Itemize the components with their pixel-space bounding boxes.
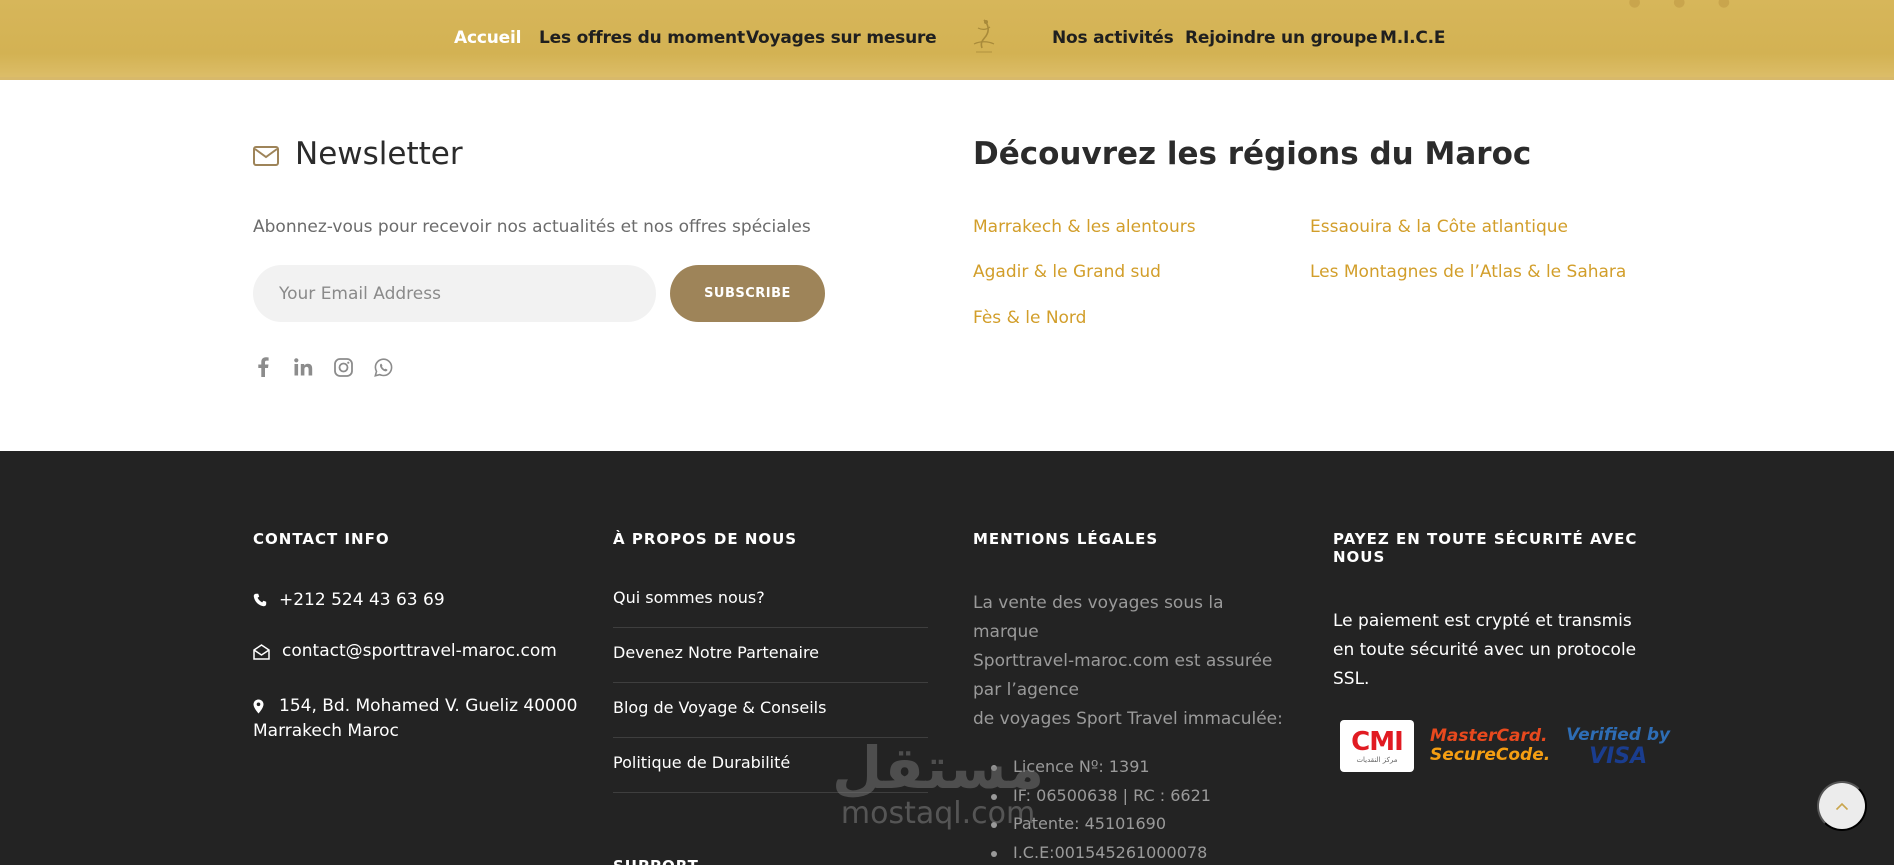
linkedin-icon[interactable]	[292, 356, 314, 378]
legal-text-line: Sporttravel-maroc.com est assurée	[973, 651, 1273, 671]
contact-email-text: contact@sporttravel-maroc.com	[282, 641, 557, 661]
phone-icon	[253, 590, 269, 607]
legal-item-ice: I.C.E:001545261000078	[973, 839, 1211, 865]
securecode-text: SecureCode.	[1430, 745, 1551, 765]
payment-logos: CMI مركز النقديات MasterCard. SecureCode…	[1340, 720, 1670, 772]
region-link-fes[interactable]: Fès & le Nord	[973, 308, 1086, 328]
about-heading: À PROPOS DE NOUS	[613, 530, 798, 548]
visa-text: VISA	[1589, 744, 1648, 769]
payment-text: Le paiement est crypté et transmis en to…	[1333, 611, 1637, 689]
payment-heading: PAYEZ EN TOUTE SÉCURITÉ AVEC NOUS	[1333, 530, 1637, 566]
facebook-icon[interactable]	[252, 356, 274, 378]
legal-text-line: par l’agence	[973, 680, 1079, 700]
main-nav: Accueil Les offres du moment Voyages sur…	[0, 0, 1894, 80]
cmi-logo-subtext: مركز النقديات	[1356, 756, 1398, 764]
nav-item-activites[interactable]: Nos activités	[1052, 28, 1174, 48]
divider	[613, 737, 928, 738]
nav-item-accueil[interactable]: Accueil	[454, 28, 521, 48]
contact-phone[interactable]: +212 524 43 63 69	[253, 590, 445, 610]
whatsapp-icon[interactable]	[372, 356, 394, 378]
brand-logo[interactable]	[962, 14, 1006, 58]
legal-text-line: La vente des voyages sous la	[973, 593, 1224, 613]
contact-address: 154, Bd. Mohamed V. Gueliz 40000 Marrake…	[253, 696, 578, 741]
newsletter-heading: Newsletter	[253, 136, 463, 172]
social-links	[252, 356, 394, 378]
about-link-durabilite[interactable]: Politique de Durabilité	[613, 753, 928, 772]
verified-by-visa-logo: Verified by VISA	[1566, 724, 1670, 768]
legal-item-if-rc: IF: 06500638 | RC : 6621	[973, 782, 1211, 811]
contact-info-heading: CONTACT INFO	[253, 530, 390, 548]
envelope-icon	[253, 146, 279, 166]
nav-item-offres[interactable]: Les offres du moment	[539, 28, 745, 48]
cmi-logo-text: CMI	[1351, 727, 1404, 757]
newsletter-title: Newsletter	[295, 136, 463, 172]
envelope-open-icon	[253, 641, 272, 660]
legal-list: Licence Nº: 1391 IF: 06500638 | RC : 662…	[973, 753, 1211, 865]
nav-item-rejoindre-groupe[interactable]: Rejoindre un groupe	[1185, 28, 1378, 48]
verified-by-text: Verified by	[1566, 725, 1671, 745]
contact-address-line2: Marrakech Maroc	[253, 721, 399, 741]
legal-text: La vente des voyages sous la marque Spor…	[973, 589, 1283, 734]
nav-item-voyages-sur-mesure[interactable]: Voyages sur mesure	[746, 28, 937, 48]
email-input[interactable]	[253, 265, 656, 322]
map-marker-icon	[253, 696, 269, 714]
divider	[613, 682, 928, 683]
mastercard-text: MasterCard.	[1430, 726, 1548, 746]
legal-item-patente: Patente: 45101690	[973, 810, 1211, 839]
chevron-up-icon	[1835, 802, 1849, 810]
contact-phone-text: +212 524 43 63 69	[279, 590, 445, 610]
cmi-logo: CMI مركز النقديات	[1340, 720, 1414, 772]
nav-item-mice[interactable]: M.I.C.E	[1380, 28, 1446, 48]
legal-text-line: marque	[973, 622, 1039, 642]
region-link-agadir[interactable]: Agadir & le Grand sud	[973, 262, 1161, 282]
legal-heading: MENTIONS LÉGALES	[973, 530, 1159, 548]
region-link-essaouira[interactable]: Essaouira & la Côte atlantique	[1310, 217, 1568, 237]
contact-email[interactable]: contact@sporttravel-maroc.com	[253, 641, 557, 661]
regions-title: Découvrez les régions du Maroc	[973, 136, 1532, 172]
divider	[613, 627, 928, 628]
payment-heading-line1: PAYEZ EN TOUTE SÉCURITÉ AVEC	[1333, 530, 1638, 548]
contact-address-line1: 154, Bd. Mohamed V. Gueliz 40000	[279, 696, 578, 716]
legal-text-line: de voyages Sport Travel immaculée:	[973, 709, 1283, 729]
region-link-atlas-sahara[interactable]: Les Montagnes de l’Atlas & le Sahara	[1310, 262, 1626, 282]
legal-item-licence: Licence Nº: 1391	[973, 753, 1211, 782]
about-link-blog[interactable]: Blog de Voyage & Conseils	[613, 698, 928, 717]
about-link-qui-sommes-nous[interactable]: Qui sommes nous?	[613, 588, 928, 607]
subscribe-button[interactable]: SUBSCRIBE	[670, 265, 825, 322]
about-link-partenaire[interactable]: Devenez Notre Partenaire	[613, 643, 928, 662]
payment-heading-line2: NOUS	[1333, 548, 1386, 566]
back-to-top-button[interactable]	[1817, 781, 1867, 831]
mastercard-securecode-logo: MasterCard. SecureCode.	[1430, 727, 1550, 765]
divider	[613, 792, 928, 793]
instagram-icon[interactable]	[332, 356, 354, 378]
region-link-marrakech[interactable]: Marrakech & les alentours	[973, 217, 1196, 237]
newsletter-subtitle: Abonnez-vous pour recevoir nos actualité…	[253, 217, 811, 237]
support-heading: SUPPORT	[613, 857, 699, 865]
top-navbar: ● ● ● Accueil Les offres du moment Voyag…	[0, 0, 1894, 80]
